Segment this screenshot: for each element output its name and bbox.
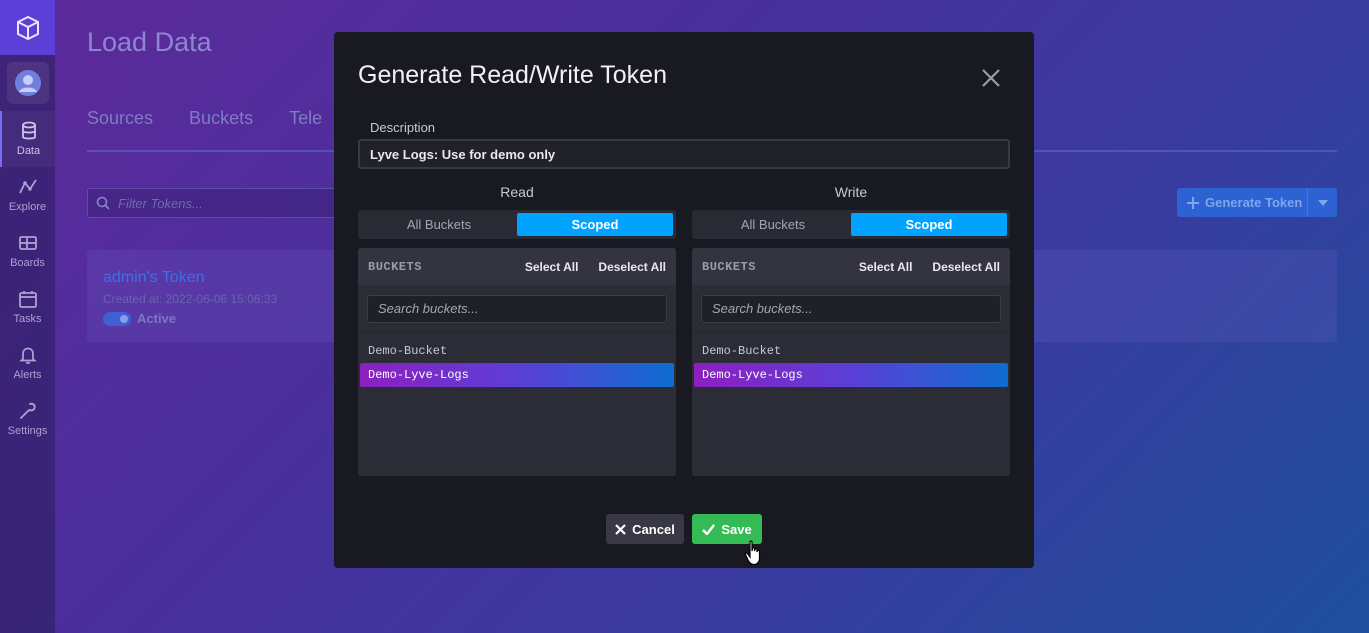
cancel-label: Cancel bbox=[632, 521, 675, 537]
token-status: Active bbox=[103, 311, 176, 326]
write-search-wrap bbox=[692, 285, 1010, 333]
write-panel: Write All Buckets Scoped BUCKETS Select … bbox=[692, 184, 1010, 476]
dialog-title: Generate Read/Write Token bbox=[358, 61, 667, 89]
write-search-input[interactable] bbox=[701, 294, 1001, 323]
tab-telegraf[interactable]: Tele bbox=[289, 108, 322, 129]
sidebar-item-label: Boards bbox=[10, 257, 45, 269]
database-icon bbox=[21, 121, 36, 140]
hand-pointer-cursor-icon bbox=[744, 540, 761, 566]
generate-token-main[interactable]: Generate Token bbox=[1177, 195, 1307, 210]
sidebar: Data Explore Boards Tasks Alerts Setting… bbox=[0, 0, 55, 633]
plus-icon bbox=[1187, 196, 1199, 209]
generate-token-label: Generate Token bbox=[1205, 195, 1303, 210]
read-bucket-selector: BUCKETS Select All Deselect All Demo-Buc… bbox=[358, 248, 676, 476]
sidebar-item-label: Tasks bbox=[13, 313, 42, 325]
read-all-buckets-option[interactable]: All Buckets bbox=[361, 213, 517, 236]
read-scope-toggle: All Buckets Scoped bbox=[358, 210, 676, 239]
read-scoped-option[interactable]: Scoped bbox=[517, 213, 673, 236]
filter-placeholder: Filter Tokens... bbox=[118, 195, 203, 211]
logo[interactable] bbox=[0, 0, 55, 55]
page-title: Load Data bbox=[87, 27, 212, 57]
write-scope-toggle: All Buckets Scoped bbox=[692, 210, 1010, 239]
read-search-input[interactable] bbox=[367, 294, 667, 323]
sidebar-item-tasks[interactable]: Tasks bbox=[0, 279, 55, 335]
wrench-icon bbox=[19, 402, 36, 419]
sidebar-item-label: Data bbox=[16, 145, 41, 157]
write-deselect-all-button[interactable]: Deselect All bbox=[932, 260, 1000, 274]
cancel-button[interactable]: Cancel bbox=[606, 514, 684, 544]
sidebar-item-label: Settings bbox=[7, 425, 48, 437]
write-bucket-selector: BUCKETS Select All Deselect All Demo-Buc… bbox=[692, 248, 1010, 476]
sidebar-item-boards[interactable]: Boards bbox=[0, 223, 55, 279]
caret-down-icon bbox=[1317, 199, 1328, 206]
graph-line-icon bbox=[18, 179, 37, 194]
dashboard-grid-icon bbox=[18, 236, 37, 250]
checkmark-icon bbox=[702, 523, 716, 535]
tab-sources[interactable]: Sources bbox=[87, 108, 153, 129]
sidebar-item-label: Alerts bbox=[13, 369, 42, 381]
description-label: Description bbox=[370, 120, 436, 135]
sidebar-item-label: Explore bbox=[8, 201, 47, 213]
read-bucket-item-selected[interactable]: Demo-Lyve-Logs bbox=[360, 363, 674, 387]
read-buckets-heading: BUCKETS bbox=[368, 259, 422, 274]
generate-token-dialog: Generate Read/Write Token Description Re… bbox=[334, 32, 1034, 568]
read-panel: Read All Buckets Scoped BUCKETS Select A… bbox=[358, 184, 676, 476]
token-status-label: Active bbox=[137, 311, 177, 326]
sidebar-item-settings[interactable]: Settings bbox=[0, 391, 55, 447]
read-title: Read bbox=[500, 184, 534, 200]
close-icon bbox=[615, 523, 626, 535]
sidebar-item-alerts[interactable]: Alerts bbox=[0, 335, 55, 391]
token-created-at: Created at: 2022-06-06 15:06:33 bbox=[103, 292, 278, 306]
generate-token-dropdown[interactable] bbox=[1307, 188, 1337, 217]
save-label: Save bbox=[721, 521, 752, 537]
user-menu[interactable] bbox=[0, 55, 55, 111]
write-scoped-option[interactable]: Scoped bbox=[851, 213, 1007, 236]
bell-icon bbox=[18, 347, 37, 365]
influxdb-logo-icon bbox=[16, 15, 39, 40]
read-select-all-button[interactable]: Select All bbox=[525, 260, 579, 274]
tab-bar: Sources Buckets Tele bbox=[87, 108, 322, 129]
sidebar-item-data[interactable]: Data bbox=[0, 111, 55, 167]
user-avatar-icon bbox=[14, 70, 41, 96]
write-buckets-heading: BUCKETS bbox=[702, 259, 756, 274]
token-name-link[interactable]: admin's Token bbox=[103, 269, 204, 287]
description-input[interactable] bbox=[358, 139, 1010, 169]
tab-buckets[interactable]: Buckets bbox=[189, 108, 253, 129]
avatar bbox=[6, 62, 49, 104]
write-all-buckets-option[interactable]: All Buckets bbox=[695, 213, 851, 236]
read-search-wrap bbox=[358, 285, 676, 333]
read-deselect-all-button[interactable]: Deselect All bbox=[598, 260, 666, 274]
search-icon bbox=[96, 196, 110, 210]
generate-token-button[interactable]: Generate Token bbox=[1177, 188, 1337, 217]
write-bucket-item-selected[interactable]: Demo-Lyve-Logs bbox=[694, 363, 1008, 387]
read-bucket-header: BUCKETS Select All Deselect All bbox=[358, 248, 676, 285]
write-title: Write bbox=[834, 184, 868, 200]
sidebar-item-explore[interactable]: Explore bbox=[0, 167, 55, 223]
write-bucket-item[interactable]: Demo-Bucket bbox=[694, 339, 1008, 363]
filter-tokens-input[interactable]: Filter Tokens... bbox=[87, 188, 347, 218]
read-bucket-item[interactable]: Demo-Bucket bbox=[360, 339, 674, 363]
write-bucket-header: BUCKETS Select All Deselect All bbox=[692, 248, 1010, 285]
write-select-all-button[interactable]: Select All bbox=[859, 260, 913, 274]
close-icon[interactable] bbox=[979, 66, 1003, 90]
calendar-icon bbox=[18, 291, 37, 308]
token-active-toggle[interactable] bbox=[103, 311, 131, 326]
